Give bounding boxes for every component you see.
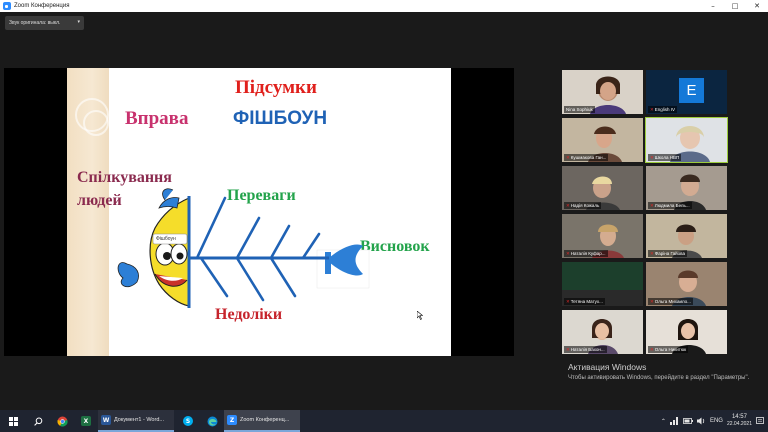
fish-head	[117, 188, 190, 307]
window-controls: – □ ✕	[702, 0, 768, 12]
mic-muted-icon: ✕	[650, 347, 654, 352]
zoom-icon: Z	[227, 415, 237, 425]
zoom-taskbar-label: Zoom Конференц...	[240, 417, 290, 423]
participant-tile[interactable]: Nina Sophiuk	[562, 70, 643, 114]
participant-tile[interactable]: E ✕English IV	[646, 70, 727, 114]
mic-muted-icon: ✕	[566, 251, 570, 256]
participant-tile[interactable]: ✕Тетяна Матух...	[562, 262, 643, 306]
mic-muted-icon: ✕	[650, 107, 654, 112]
skype-taskbar-button[interactable]: S	[176, 410, 200, 432]
participant-tile[interactable]: ✕Фаріна Гайова	[646, 214, 727, 258]
skype-icon: S	[183, 416, 193, 426]
participant-name: ✕English IV	[648, 106, 678, 113]
mic-muted-icon: ✕	[650, 251, 654, 256]
mic-muted-icon: ✕	[566, 203, 570, 208]
clock-time: 14:57	[731, 414, 747, 420]
excel-taskbar-button[interactable]: X	[74, 410, 98, 432]
mic-muted-icon: ✕	[650, 203, 654, 208]
search-icon	[33, 417, 42, 426]
taskbar-clock[interactable]: 14:57 22.04.2021	[727, 414, 752, 428]
screen-share-view[interactable]: Підсумки Вправа ФІШБОУН Спілкування люде…	[4, 68, 514, 356]
mic-muted-icon: ✕	[566, 299, 570, 304]
mouse-cursor-icon	[417, 311, 423, 320]
excel-icon: X	[81, 416, 91, 426]
clock-date: 22.04.2021	[726, 421, 752, 427]
word-icon: W	[101, 415, 111, 425]
participant-tile-active-speaker[interactable]: ✕Школа НВП	[645, 117, 728, 163]
chrome-icon	[56, 416, 68, 426]
chevron-down-icon: ▾	[77, 19, 80, 25]
start-button[interactable]	[0, 410, 26, 432]
edge-taskbar-button[interactable]	[200, 410, 224, 432]
participant-tile[interactable]: ✕Ольга Михаило...	[646, 262, 727, 306]
fish-tag-label: Фішбоун	[156, 236, 176, 242]
participant-name: ✕Наталія Куфар...	[564, 250, 608, 257]
participant-tile[interactable]: ✕Наталія Куфар...	[562, 214, 643, 258]
original-audio-dropdown[interactable]: Звук оригинала: выкл. ▾	[5, 16, 84, 30]
window-titlebar: Zoom Конференция – □ ✕	[0, 0, 768, 12]
original-audio-label: Звук оригинала: выкл.	[9, 20, 61, 26]
chrome-taskbar-button[interactable]	[50, 410, 74, 432]
participant-name: ✕Ольга Михаило...	[648, 298, 693, 305]
participant-tile[interactable]: ✕Наталія Бахон...	[562, 310, 643, 354]
windows-taskbar: X W Документ1 - Word... S Z Zoom Конфере…	[0, 410, 768, 432]
participant-name: ✕Наталія Бахон...	[564, 346, 607, 353]
participant-name: ✕Кушмакова Ган...	[564, 154, 609, 161]
participant-tile[interactable]: ✕Кушмакова Ган...	[562, 118, 643, 162]
participant-tile[interactable]: ✕Надія Кожаль	[562, 166, 643, 210]
windows-logo-icon	[8, 416, 18, 426]
participant-tile[interactable]: ✕Людмила Бель...	[646, 166, 727, 210]
zoom-app-icon	[3, 2, 11, 10]
zoom-taskbar-button[interactable]: Z Zoom Конференц...	[224, 410, 300, 432]
participant-avatar: E	[679, 78, 704, 103]
mic-muted-icon: ✕	[650, 299, 654, 304]
activation-heading: Активация Windows	[568, 362, 647, 372]
network-icon[interactable]	[669, 417, 679, 425]
notifications-icon[interactable]	[756, 417, 764, 425]
word-taskbar-label: Документ1 - Word...	[114, 417, 164, 423]
mic-muted-icon: ✕	[566, 155, 570, 160]
word-taskbar-button[interactable]: W Документ1 - Word...	[98, 410, 174, 432]
chevron-up-icon[interactable]: ⌃	[661, 418, 666, 425]
participant-name: ✕Людмила Бель...	[648, 202, 692, 209]
battery-icon[interactable]	[683, 418, 693, 424]
participant-name: ✕Тетяна Матух...	[564, 298, 605, 305]
participant-name: ✕Фаріна Гайова	[648, 250, 687, 257]
windows-activation-watermark: Активация Windows Чтобы активировать Win…	[568, 362, 764, 382]
volume-icon[interactable]	[696, 417, 706, 425]
close-button[interactable]: ✕	[746, 0, 768, 12]
fishbone-diagram	[117, 188, 370, 308]
participant-name: ✕Ольга Никитюк	[648, 346, 689, 353]
presentation-slide: Підсумки Вправа ФІШБОУН Спілкування люде…	[67, 68, 451, 356]
mic-muted-icon: ✕	[566, 347, 570, 352]
system-tray: ⌃ ENG 14:57 22.04.2021	[661, 410, 768, 432]
participant-tile[interactable]: ✕Ольга Никитюк	[646, 310, 727, 354]
search-button[interactable]	[26, 410, 50, 432]
input-language[interactable]: ENG	[710, 418, 723, 424]
window-title: Zoom Конференция	[14, 3, 70, 9]
participant-name: Nina Sophiuk	[564, 106, 595, 113]
participant-name: ✕Школа НВП	[648, 154, 682, 161]
minimize-button[interactable]: –	[702, 0, 724, 12]
mic-muted-icon: ✕	[650, 155, 654, 160]
edge-icon	[207, 416, 217, 426]
participant-name: ✕Надія Кожаль	[564, 202, 602, 209]
activation-text: Чтобы активировать Windows, перейдите в …	[568, 375, 750, 381]
maximize-button[interactable]: □	[724, 0, 746, 12]
zoom-meeting-window: Звук оригинала: выкл. ▾ Підсумки Вправа …	[0, 12, 768, 410]
